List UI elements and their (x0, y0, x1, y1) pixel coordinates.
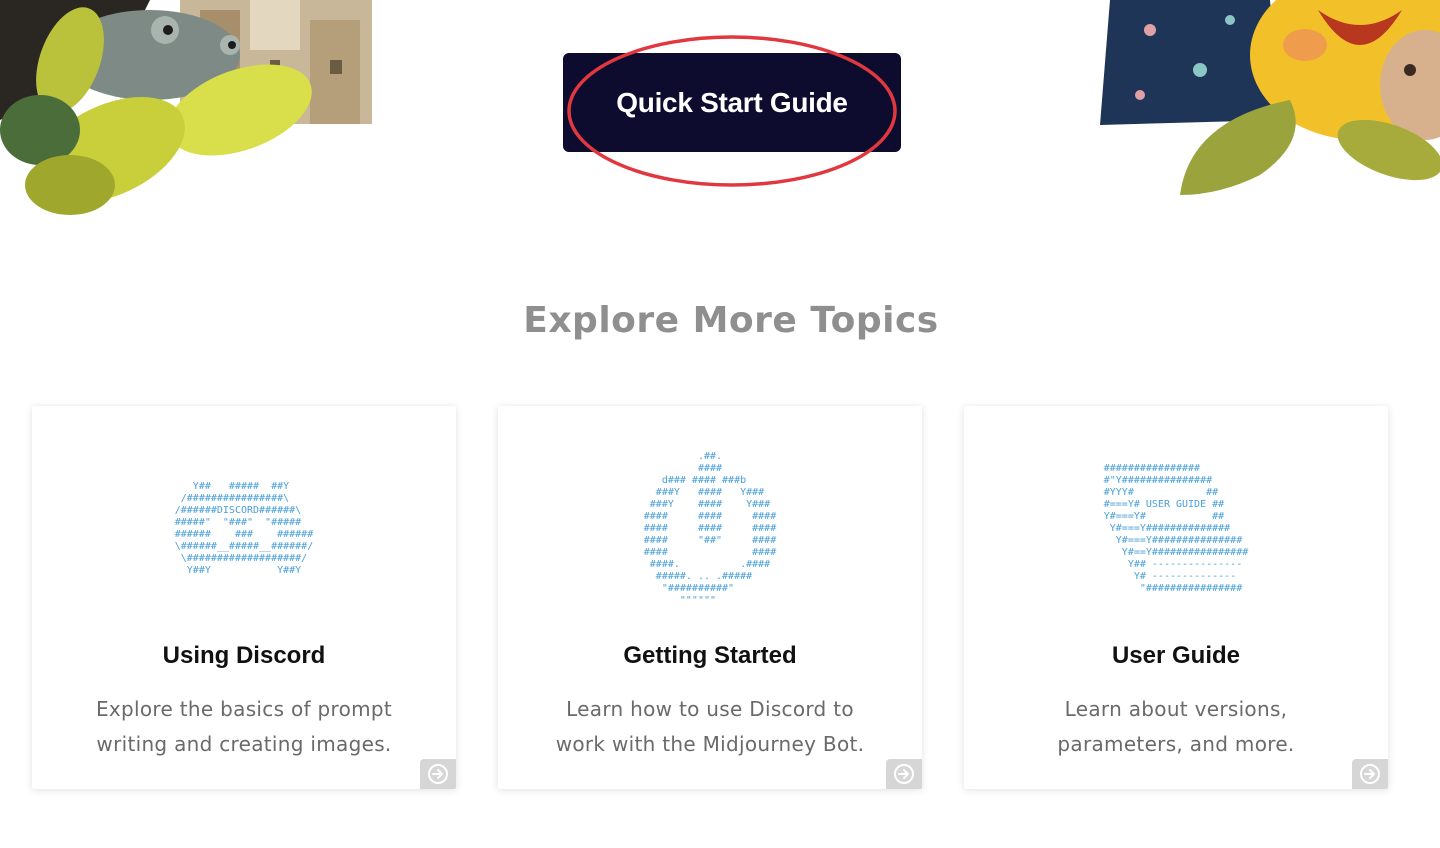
topic-card-getting-started[interactable]: .##. #### d### #### ###b ###Y #### Y### … (498, 406, 922, 789)
smiling-fruit-illustration (1090, 0, 1440, 205)
card-description: Learn how to use Discord to work with th… (555, 697, 865, 756)
card-title: Getting Started (623, 642, 797, 669)
arrow-circle-right-icon[interactable] (1352, 759, 1388, 789)
card-title: User Guide (1111, 642, 1241, 669)
topic-card-using-discord[interactable]: Y## ##### ##Y /################\ /######… (32, 406, 456, 789)
section-title: Explore More Topics (523, 300, 939, 341)
highlight-ellipse (567, 35, 897, 187)
card-description: Learn about versions, parameters, and mo… (1057, 697, 1295, 756)
user-guide-ascii-art: ################ #"Y############### #YYY… (1103, 463, 1249, 594)
card-description: Explore the basics of prompt writing and… (95, 697, 393, 756)
discord-ascii-art: Y## ##### ##Y /################\ /######… (174, 481, 314, 576)
arrow-circle-right-icon[interactable] (420, 759, 456, 789)
power-ascii-art: .##. #### d### #### ###b ###Y #### Y### … (643, 451, 777, 606)
chameleon-illustration (0, 0, 372, 232)
arrow-circle-right-icon[interactable] (886, 759, 922, 789)
card-title: Using Discord (162, 642, 326, 669)
topic-card-user-guide[interactable]: ################ #"Y############### #YYY… (964, 406, 1388, 789)
